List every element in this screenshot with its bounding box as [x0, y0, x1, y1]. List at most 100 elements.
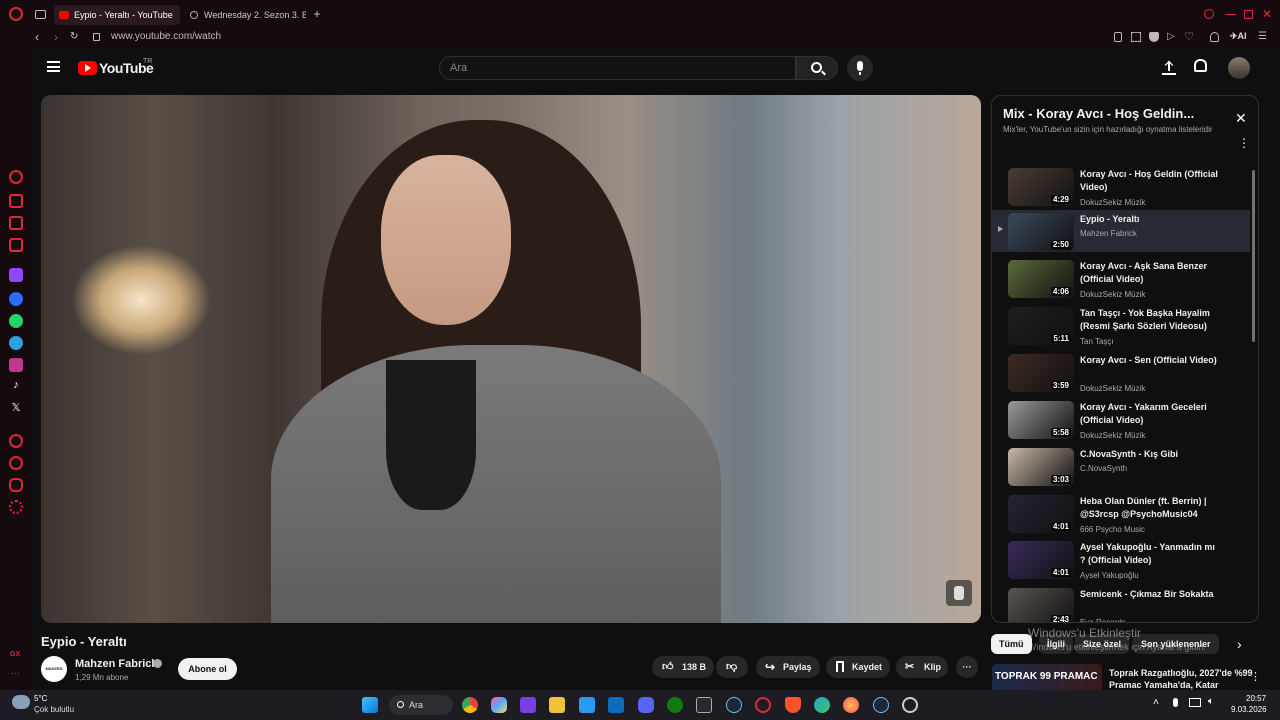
store-icon[interactable] [579, 697, 595, 713]
gx-control-icon[interactable] [9, 170, 23, 184]
save-button[interactable]: Kaydet [826, 656, 890, 678]
recommended-title[interactable]: Toprak Razgatlıoğlu, 2027'de %99 Pramac … [1109, 667, 1257, 690]
clock-time[interactable]: 20:57 [1246, 694, 1266, 703]
player-sidebar-icon[interactable] [9, 434, 23, 448]
playlist-thumbnail[interactable]: 4:01 [1008, 495, 1074, 533]
discord-icon[interactable] [638, 697, 654, 713]
edge-icon[interactable] [814, 697, 830, 713]
playlist-thumbnail[interactable]: 5:11 [1008, 307, 1074, 345]
history-icon[interactable] [9, 456, 23, 470]
extensions-icon[interactable] [9, 478, 23, 492]
playlist-item[interactable]: 4:01 Aysel Yakupoğlu - Yanmadın mı ? (Off… [992, 541, 1250, 587]
settings-icon[interactable] [9, 500, 23, 514]
playlist-thumbnail[interactable]: 4:01 [1008, 541, 1074, 579]
notifications-bell-icon[interactable] [1194, 59, 1207, 72]
url-field[interactable]: www.youtube.com/watch [111, 31, 221, 42]
playlist-item[interactable]: 4:06 Koray Avcı - Aşk Sana Benzer (Offici… [992, 260, 1250, 306]
chip-all[interactable]: Tümü [991, 634, 1032, 654]
tray-chevron-icon[interactable]: ˄ [1153, 697, 1159, 708]
messenger-icon[interactable] [9, 292, 23, 306]
more-actions-button[interactable]: ··· [956, 656, 978, 678]
clip-button[interactable]: ✂ Klip [896, 656, 948, 678]
tab-youtube[interactable]: Eypio - Yeraltı - YouTube [54, 5, 180, 25]
playlist-thumbnail[interactable]: 4:29 [1008, 168, 1074, 206]
tiktok-icon[interactable]: ♪ [9, 379, 23, 393]
channel-avatar[interactable]: MAHZEN FABRICK [41, 656, 67, 682]
back-icon[interactable]: ‹ [35, 30, 39, 44]
playlist-thumbnail[interactable]: 2:50 [1008, 213, 1074, 251]
account-avatar[interactable] [1228, 57, 1250, 79]
miniplayer-icon[interactable] [946, 580, 972, 606]
channel-name[interactable]: Mahzen Fabrick [75, 658, 158, 670]
volume-icon[interactable]: 🔈︎ [1208, 696, 1214, 707]
taskbar-search[interactable]: Ara [389, 695, 453, 715]
steam-2-icon[interactable] [873, 697, 889, 713]
new-tab-button[interactable]: + [312, 8, 322, 20]
snapshot-icon[interactable] [1131, 32, 1141, 42]
forward-icon[interactable]: › [54, 30, 58, 44]
app-settings-icon[interactable] [902, 697, 918, 713]
playlist-thumbnail[interactable]: 3:59 [1008, 354, 1074, 392]
weather-icon[interactable] [12, 695, 30, 709]
search-tabs-icon[interactable] [1204, 9, 1214, 19]
profile-icon[interactable] [1210, 32, 1219, 42]
vpn-shield-icon[interactable] [1149, 32, 1159, 42]
opera-logo-icon[interactable] [9, 7, 23, 21]
player-icon[interactable]: ▷ [1167, 31, 1175, 42]
app-purple-icon[interactable] [520, 697, 536, 713]
maximize-button[interactable] [1244, 10, 1253, 19]
menu-icon[interactable] [47, 61, 60, 72]
file-explorer-icon[interactable] [549, 697, 565, 713]
playlist-more-icon[interactable]: ⋮ [1238, 137, 1250, 149]
close-window-button[interactable]: ✕ [1262, 7, 1272, 21]
reload-icon[interactable]: ↻ [70, 31, 78, 42]
search-input[interactable]: Ara [439, 56, 796, 80]
search-button[interactable] [796, 56, 838, 80]
mic-tray-icon[interactable] [1173, 698, 1178, 707]
share-button[interactable]: ↪ Paylaş [756, 656, 820, 678]
playlist-item[interactable]: 3:59 Koray Avcı - Sen (Official Video) Dok… [992, 354, 1250, 400]
telegram-icon[interactable] [9, 336, 23, 350]
playlist-thumbnail[interactable]: 4:06 [1008, 260, 1074, 298]
subscribe-button[interactable]: Abone ol [178, 658, 237, 680]
favorite-icon[interactable]: ♡ [1184, 30, 1194, 43]
mail-m-icon[interactable] [9, 238, 23, 252]
tab-wednesday[interactable]: Wednesday 2. Sezon 3. Bö [184, 5, 306, 25]
recommended-more-icon[interactable]: ⋮ [1250, 670, 1261, 683]
video-player[interactable] [41, 95, 981, 623]
playlist-thumbnail[interactable]: 2:43 [1008, 588, 1074, 622]
instagram-icon[interactable] [9, 358, 23, 372]
minimize-button[interactable] [1226, 14, 1236, 15]
more-sidebar-icon[interactable]: ··· [11, 668, 20, 678]
news-icon[interactable] [9, 216, 23, 230]
close-playlist-icon[interactable]: ✕ [1235, 110, 1247, 127]
playlist-item[interactable]: 5:11 Tan Taşçı - Yok Başka Hayalim (Resmi… [992, 307, 1250, 353]
voice-search-button[interactable] [847, 55, 873, 81]
bag-icon[interactable] [9, 194, 23, 208]
start-icon[interactable] [362, 697, 378, 713]
steam-icon[interactable] [726, 697, 742, 713]
like-button[interactable]: 👍︎ 138 B [652, 656, 714, 678]
playlist-thumbnail[interactable]: 3:03 [1008, 448, 1074, 486]
twitch-icon[interactable] [9, 268, 23, 282]
playlist-item[interactable]: 2:50 Eypio - Yeraltı Mahzen Fabrick [992, 210, 1250, 252]
upload-icon[interactable] [1162, 59, 1176, 75]
brave-icon[interactable] [785, 697, 801, 713]
playlist-item[interactable]: 4:01 Heba Olan Dünler (ft. Berrin) | @S3r… [992, 495, 1250, 541]
playlist-item[interactable]: 5:58 Koray Avcı - Yakarım Geceleri (Offic… [992, 401, 1250, 447]
whatsapp-icon[interactable] [9, 314, 23, 328]
dislike-button[interactable]: 👎︎ [716, 656, 748, 678]
aria-ai-button[interactable]: ✈AI [1230, 31, 1247, 42]
chips-next-icon[interactable]: › [1237, 636, 1242, 652]
pin-icon[interactable] [1114, 32, 1122, 42]
copilot-icon[interactable] [491, 697, 507, 713]
opera-gx-icon[interactable] [755, 697, 771, 713]
easy-setup-icon[interactable]: ☰ [1258, 31, 1267, 42]
playlist-item[interactable]: 4:29 Koray Avcı - Hoş Geldin (Official Vi… [992, 168, 1250, 214]
clock-date[interactable]: 9.03.2026 [1231, 705, 1267, 714]
firefox-icon[interactable] [843, 697, 859, 713]
mail-icon[interactable] [608, 697, 624, 713]
playlist-item[interactable]: 2:43 Semicenk - Çıkmaz Bir Sokakta Eva Rec… [992, 588, 1250, 622]
playlist-item[interactable]: 3:03 C.NovaSynth - Kış Gibi C.NovaSynth [992, 448, 1250, 494]
workspaces-icon[interactable] [35, 10, 46, 19]
